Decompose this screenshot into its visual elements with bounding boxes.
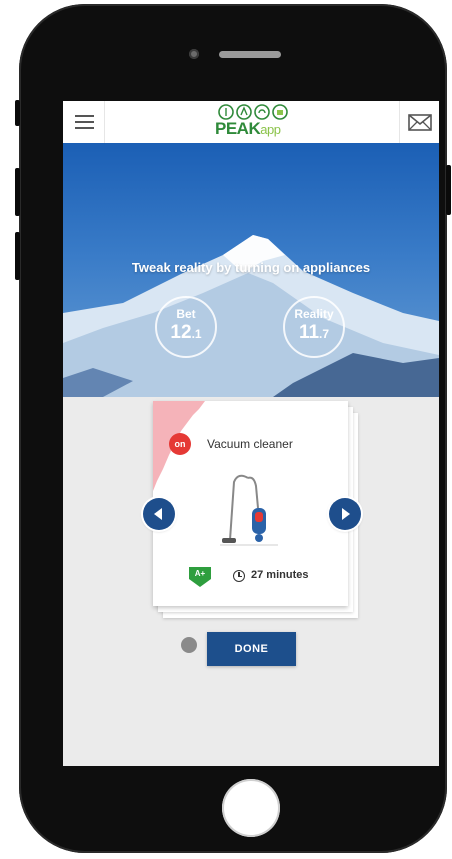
bet-value: 12.1 [157, 322, 215, 344]
home-button[interactable] [222, 779, 280, 837]
appliance-card[interactable]: on Vacuum cleaner A+ 27 minutes [153, 401, 348, 606]
done-button[interactable]: DONE [207, 632, 296, 666]
top-bar: PEAKapp [63, 101, 439, 144]
hamburger-menu-icon [75, 115, 94, 117]
hamburger-line [75, 121, 94, 123]
logo-name: PEAK [215, 119, 261, 138]
page-indicator-dot[interactable] [181, 637, 197, 653]
appliance-name: Vacuum cleaner [207, 437, 293, 451]
logo-text: PEAKapp [215, 119, 281, 139]
vacuum-cleaner-illustration [220, 474, 278, 546]
volume-down-button [15, 232, 20, 280]
mute-switch [15, 100, 20, 126]
previous-appliance-button[interactable] [143, 498, 175, 530]
bet-value-int: 12 [170, 322, 192, 343]
bet-label: Bet [176, 307, 196, 321]
chevron-right-icon [342, 508, 350, 520]
reality-circle: Reality 11.7 [283, 296, 345, 358]
phone-frame: PEAKapp Tweak reality by turning on appl… [19, 4, 447, 853]
app-screen: PEAKapp Tweak reality by turning on appl… [63, 101, 439, 766]
clock-icon [233, 570, 245, 582]
volume-up-button [15, 168, 20, 216]
hero-tagline: Tweak reality by turning on appliances [131, 260, 371, 275]
power-button [446, 165, 451, 215]
messages-button[interactable] [399, 101, 439, 143]
earpiece-speaker [219, 51, 281, 58]
next-appliance-button[interactable] [329, 498, 361, 530]
energy-class-badge: A+ [189, 567, 211, 587]
peakapp-logo: PEAKapp [211, 103, 293, 141]
hero-banner: Tweak reality by turning on appliances B… [63, 143, 439, 397]
mail-icon [408, 114, 432, 131]
logo-suffix: app [260, 122, 281, 137]
reality-value-int: 11 [298, 322, 320, 343]
menu-button[interactable] [63, 101, 105, 143]
bet-circle: Bet 12.1 [155, 296, 217, 358]
hamburger-line [75, 127, 94, 129]
reality-label: Reality [294, 307, 334, 321]
reality-value: 11.7 [285, 322, 343, 344]
chevron-left-icon [154, 508, 162, 520]
front-camera [189, 49, 199, 59]
on-status-badge[interactable]: on [169, 433, 191, 455]
bet-value-decimal: .1 [191, 327, 202, 341]
energy-class-label: A+ [194, 569, 206, 578]
reality-value-decimal: .7 [319, 327, 330, 341]
duration-text: 27 minutes [251, 569, 309, 581]
